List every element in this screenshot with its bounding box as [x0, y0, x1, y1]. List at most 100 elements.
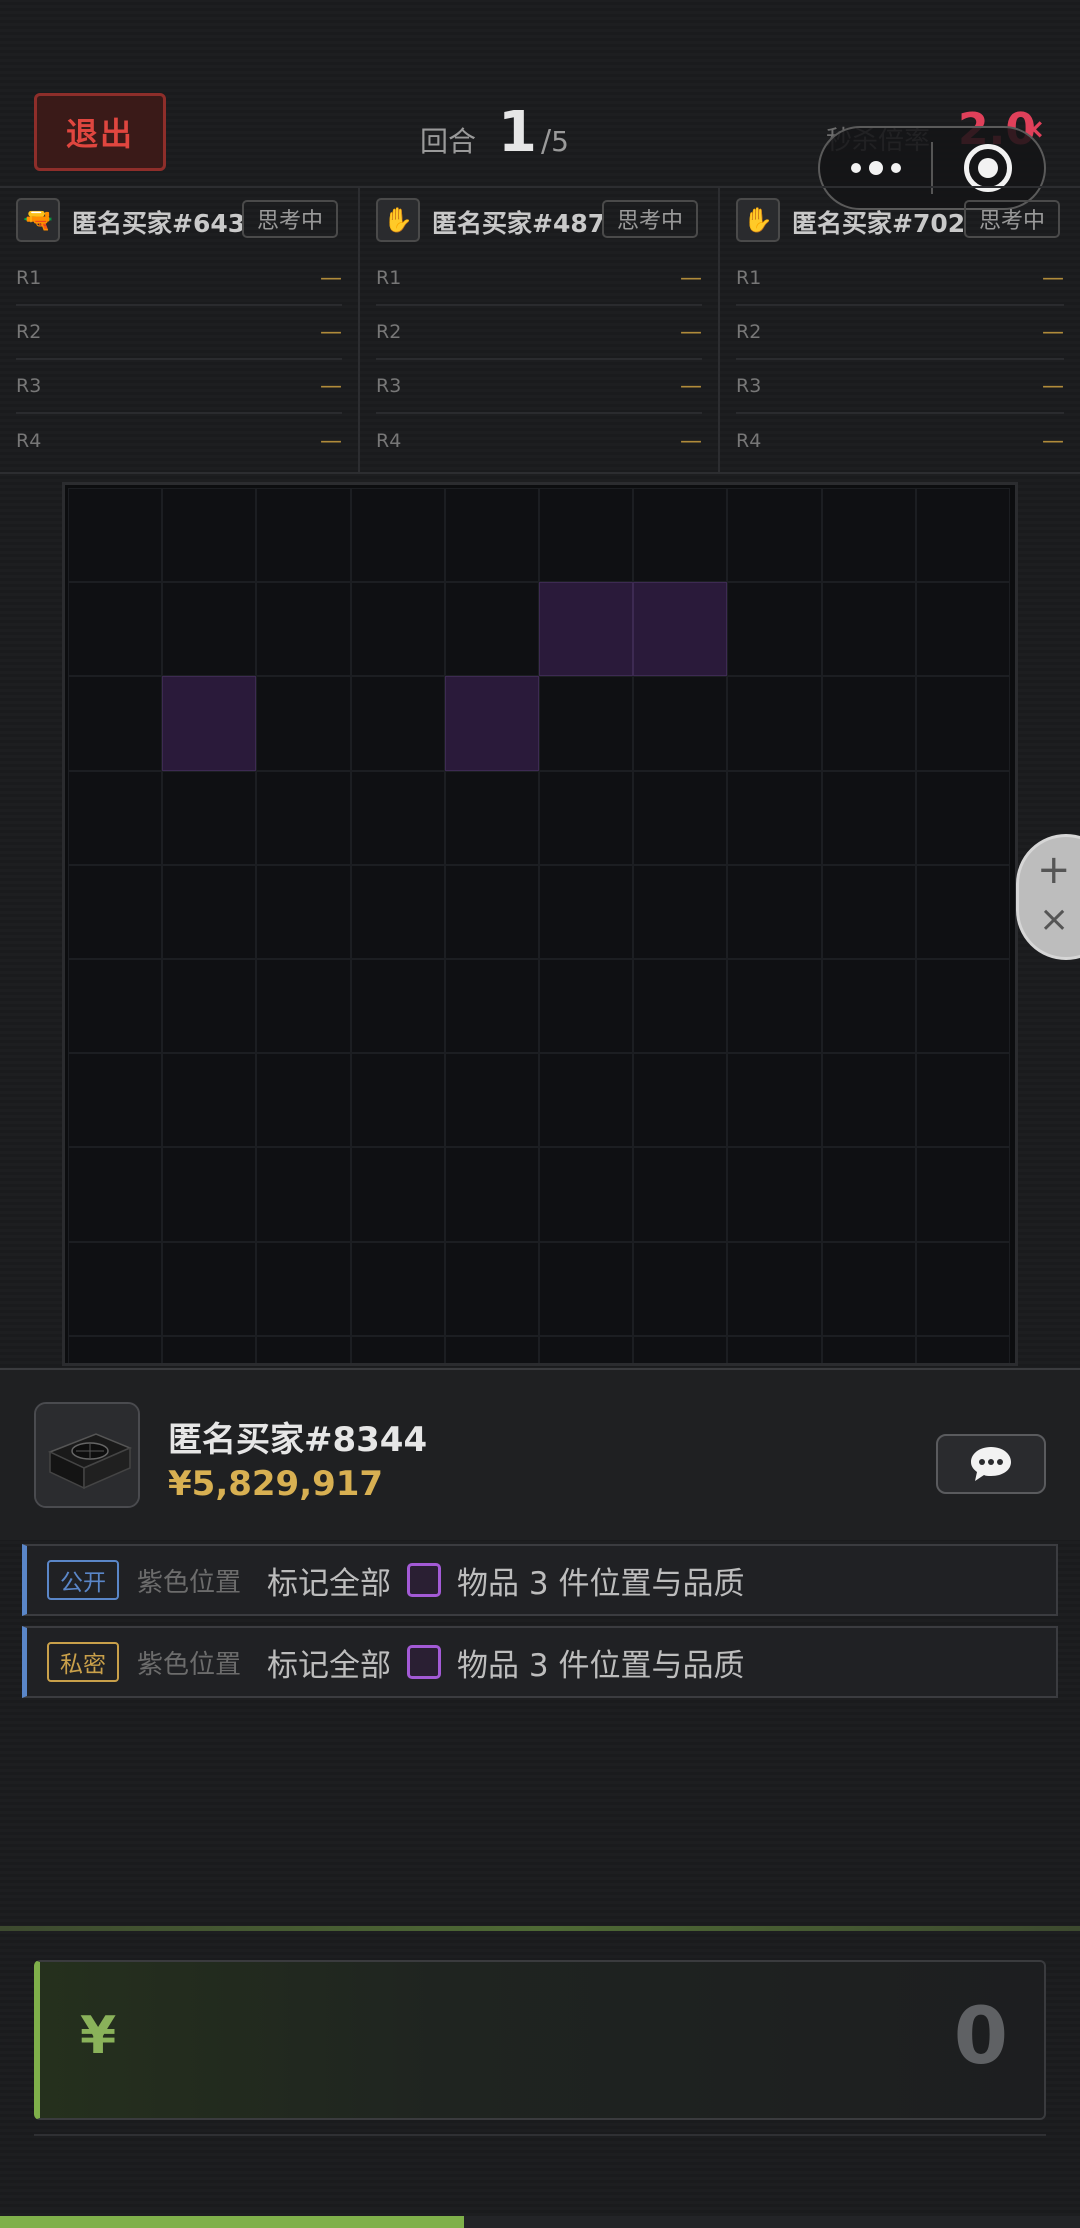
- grid-cell[interactable]: [915, 770, 1010, 865]
- grid-cell[interactable]: [162, 1335, 257, 1363]
- grid-cell[interactable]: [727, 488, 822, 583]
- grid-cell-purple[interactable]: [444, 676, 539, 771]
- grid-cell[interactable]: [915, 1335, 1010, 1363]
- grid-cell[interactable]: [162, 488, 257, 583]
- grid-cell[interactable]: [162, 958, 257, 1054]
- grid-cell[interactable]: [444, 1241, 539, 1336]
- grid-cell[interactable]: [444, 1053, 539, 1148]
- grid-cell[interactable]: [350, 488, 445, 583]
- grid-cell[interactable]: [538, 488, 634, 583]
- grid-cell[interactable]: [162, 770, 257, 865]
- grid-cell[interactable]: [256, 958, 351, 1054]
- grid-cell[interactable]: [727, 582, 822, 677]
- grid-cell[interactable]: [68, 582, 163, 677]
- close-miniprogram-icon[interactable]: [933, 144, 1044, 192]
- grid-cell[interactable]: [538, 958, 634, 1054]
- grid-cell[interactable]: [444, 582, 539, 677]
- grid-cell[interactable]: [915, 864, 1010, 959]
- grid-cell[interactable]: [633, 676, 728, 771]
- grid-cell[interactable]: [821, 1241, 916, 1336]
- grid-cell[interactable]: [538, 864, 634, 959]
- grid-cell[interactable]: [444, 958, 539, 1054]
- grid-cell[interactable]: [350, 1241, 445, 1336]
- grid-cell[interactable]: [538, 1053, 634, 1148]
- grid-cell[interactable]: [727, 676, 822, 771]
- grid-cell[interactable]: [68, 1335, 163, 1363]
- grid-cell[interactable]: [821, 488, 916, 583]
- grid-cell[interactable]: [162, 864, 257, 959]
- grid-cell[interactable]: [68, 1147, 163, 1242]
- grid-cell[interactable]: [350, 958, 445, 1054]
- grid-cell[interactable]: [68, 958, 163, 1054]
- grid-cell[interactable]: [350, 864, 445, 959]
- bid-amount[interactable]: 0: [954, 1992, 1008, 2082]
- grid-cell[interactable]: [915, 582, 1010, 677]
- grid-cell[interactable]: [350, 1053, 445, 1148]
- grid-cell[interactable]: [821, 1053, 916, 1148]
- grid-cell[interactable]: [350, 1147, 445, 1242]
- grid-cell[interactable]: [68, 1241, 163, 1336]
- grid-cell[interactable]: [350, 770, 445, 865]
- grid-cell[interactable]: [727, 958, 822, 1054]
- grid-cell-purple[interactable]: [538, 582, 634, 677]
- grid-cell[interactable]: [68, 770, 163, 865]
- grid-cell[interactable]: [915, 1241, 1010, 1336]
- grid-cell[interactable]: [68, 488, 163, 583]
- grid-cell[interactable]: [256, 676, 351, 771]
- grid-cell[interactable]: [633, 1147, 728, 1242]
- grid-cell[interactable]: [727, 1053, 822, 1148]
- grid-cell[interactable]: [256, 582, 351, 677]
- grid-cell[interactable]: [633, 488, 728, 583]
- grid-cell[interactable]: [162, 582, 257, 677]
- grid-cell[interactable]: [915, 676, 1010, 771]
- grid-cell[interactable]: [68, 676, 163, 771]
- grid-cell[interactable]: [633, 770, 728, 865]
- grid-cell[interactable]: [444, 488, 539, 583]
- plus-icon[interactable]: +: [1037, 847, 1071, 893]
- grid-cell[interactable]: [538, 770, 634, 865]
- grid-cell[interactable]: [633, 1241, 728, 1336]
- grid-cell[interactable]: [727, 770, 822, 865]
- grid-cell[interactable]: [538, 1241, 634, 1336]
- grid-cell[interactable]: [162, 1053, 257, 1148]
- grid-cell[interactable]: [821, 1147, 916, 1242]
- grid-cell[interactable]: [68, 1053, 163, 1148]
- grid-cell[interactable]: [444, 1147, 539, 1242]
- grid-cell[interactable]: [633, 1335, 728, 1363]
- grid-cell[interactable]: [633, 864, 728, 959]
- grid-cell[interactable]: [821, 864, 916, 959]
- grid-cell[interactable]: [633, 958, 728, 1054]
- grid-cell[interactable]: [915, 1053, 1010, 1148]
- grid-cell[interactable]: [915, 488, 1010, 583]
- grid-cell-purple[interactable]: [633, 582, 728, 677]
- grid-cell[interactable]: [821, 958, 916, 1054]
- grid-cell[interactable]: [256, 488, 351, 583]
- grid-cell[interactable]: [915, 958, 1010, 1054]
- grid-cell[interactable]: [821, 676, 916, 771]
- grid-cell[interactable]: [727, 1147, 822, 1242]
- grid-cell[interactable]: [538, 676, 634, 771]
- grid-cell[interactable]: [162, 1241, 257, 1336]
- exit-button[interactable]: 退出: [34, 93, 166, 171]
- floating-control[interactable]: + ×: [1016, 834, 1080, 960]
- grid-cell[interactable]: [256, 1147, 351, 1242]
- grid-cell[interactable]: [444, 770, 539, 865]
- grid-cell[interactable]: [444, 864, 539, 959]
- grid-cell[interactable]: [350, 582, 445, 677]
- grid-cell[interactable]: [821, 1335, 916, 1363]
- grid-cell[interactable]: [538, 1147, 634, 1242]
- grid-cell[interactable]: [538, 1335, 634, 1363]
- grid-cell[interactable]: [821, 582, 916, 677]
- grid-cell[interactable]: [256, 1241, 351, 1336]
- grid-cell[interactable]: [915, 1147, 1010, 1242]
- grid-cell[interactable]: [162, 1147, 257, 1242]
- chat-button[interactable]: [936, 1434, 1046, 1494]
- grid-cell[interactable]: [633, 1053, 728, 1148]
- grid-cell[interactable]: [821, 770, 916, 865]
- grid-cell[interactable]: [68, 864, 163, 959]
- grid-cell[interactable]: [727, 864, 822, 959]
- grid-cell[interactable]: [350, 1335, 445, 1363]
- grid-cell[interactable]: [727, 1241, 822, 1336]
- bid-input[interactable]: ¥ 0: [34, 1960, 1046, 2120]
- more-options-icon[interactable]: [820, 161, 931, 175]
